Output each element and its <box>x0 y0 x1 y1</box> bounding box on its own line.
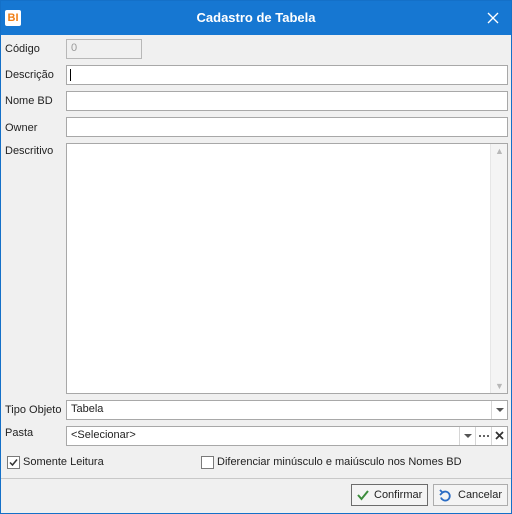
somente-leitura-label[interactable]: Somente Leitura <box>23 456 104 468</box>
tipo-objeto-dropdown-button[interactable] <box>491 401 507 419</box>
dialog-title: Cadastro de Tabela <box>196 10 316 25</box>
confirmar-label: Confirmar <box>374 489 423 501</box>
footer-separator <box>1 478 511 479</box>
close-icon <box>487 12 499 24</box>
cancelar-label: Cancelar <box>458 489 503 501</box>
diferenciar-label[interactable]: Diferenciar minúsculo e maiúsculo nos No… <box>217 456 462 468</box>
undo-icon <box>439 489 451 502</box>
text-caret <box>70 69 71 81</box>
tipo-objeto-select[interactable]: Tabela <box>66 400 508 420</box>
chevron-down-icon <box>496 408 504 412</box>
codigo-label: Código <box>5 43 40 55</box>
pasta-label: Pasta <box>5 427 34 439</box>
close-button[interactable] <box>481 6 505 30</box>
pasta-browse-button[interactable] <box>475 427 491 445</box>
ellipsis-icon <box>479 435 489 437</box>
dialog-window: BI Cadastro de Tabela Código 0 Descrição… <box>0 0 512 514</box>
title-bar[interactable]: BI Cadastro de Tabela <box>1 1 511 35</box>
somente-leitura-checkbox[interactable] <box>7 456 20 469</box>
clear-icon <box>495 431 504 440</box>
pasta-value: <Selecionar> <box>71 429 136 441</box>
owner-label: Owner <box>5 122 38 134</box>
codigo-field: 0 <box>66 39 142 59</box>
check-icon <box>357 490 369 501</box>
nome-bd-label: Nome BD <box>5 95 53 107</box>
checkmark-icon <box>9 459 18 467</box>
diferenciar-checkbox[interactable] <box>201 456 214 469</box>
descritivo-label: Descritivo <box>5 145 54 157</box>
descritivo-memo[interactable]: ▲ ▼ <box>66 143 508 394</box>
cancelar-button[interactable]: Cancelar <box>433 484 508 506</box>
codigo-value: 0 <box>71 42 78 54</box>
chevron-down-icon <box>464 434 472 438</box>
confirmar-button[interactable]: Confirmar <box>351 484 428 506</box>
tipo-objeto-value: Tabela <box>71 403 104 415</box>
memo-scrollbar[interactable]: ▲ ▼ <box>490 144 507 393</box>
descricao-label: Descrição <box>5 69 54 81</box>
descricao-field[interactable] <box>66 65 508 85</box>
pasta-dropdown-button[interactable] <box>459 427 475 445</box>
tipo-objeto-label: Tipo Objeto <box>5 404 62 416</box>
pasta-select[interactable]: <Selecionar> <box>66 426 508 446</box>
nome-bd-field[interactable] <box>66 91 508 111</box>
scroll-down-icon[interactable]: ▼ <box>495 381 504 391</box>
pasta-clear-button[interactable] <box>491 427 507 445</box>
scroll-up-icon[interactable]: ▲ <box>495 146 504 156</box>
owner-field[interactable] <box>66 117 508 137</box>
